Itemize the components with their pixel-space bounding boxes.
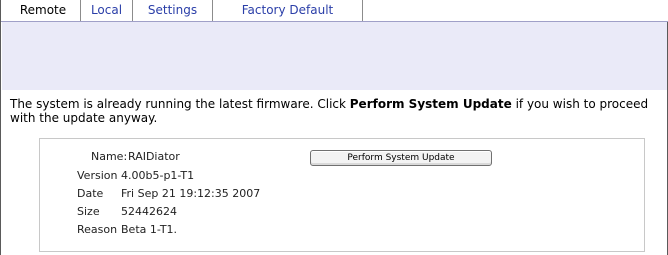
firmware-info-panel: Name: RAIDiator Perform System Update Ve…	[39, 138, 645, 252]
status-message-emphasis: Perform System Update	[349, 97, 512, 111]
update-window: Remote Local Settings Factory Default Th…	[0, 0, 668, 255]
tab-settings[interactable]: Settings	[133, 0, 213, 21]
tab-bar: Remote Local Settings Factory Default	[1, 0, 668, 22]
firmware-reason-value: Beta 1-T1.	[121, 223, 178, 236]
status-message: The system is already running the latest…	[10, 97, 655, 125]
firmware-date-value: Fri Sep 21 19:12:35 2007	[121, 187, 261, 200]
firmware-size-value: 52442624	[121, 205, 177, 218]
header-band	[2, 22, 667, 90]
perform-system-update-button[interactable]: Perform System Update	[310, 150, 492, 166]
firmware-name-value: RAIDiator	[128, 150, 180, 163]
update-content: The system is already running the latest…	[2, 90, 667, 255]
firmware-version-value: 4.00b5-p1-T1	[121, 169, 195, 182]
tab-local[interactable]: Local	[81, 0, 133, 21]
status-message-prefix: The system is already running the latest…	[10, 97, 350, 111]
tab-factory-default[interactable]: Factory Default	[213, 0, 363, 21]
tab-remote[interactable]: Remote	[6, 0, 81, 21]
